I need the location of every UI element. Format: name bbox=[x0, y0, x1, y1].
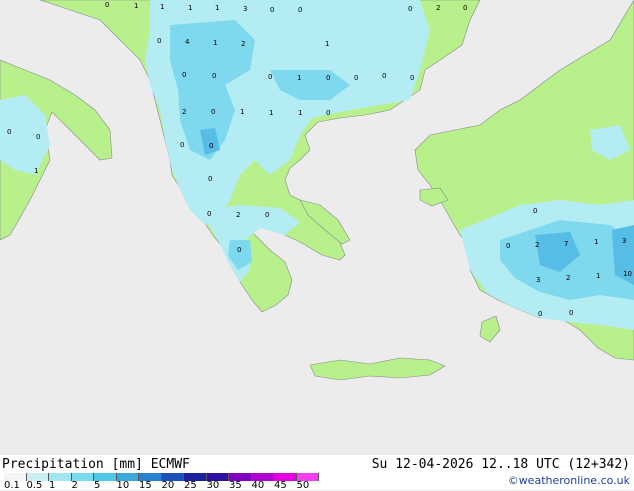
value-label: 1 bbox=[269, 109, 273, 117]
value-label: 0 bbox=[569, 309, 573, 317]
scale-tick-label: 5 bbox=[94, 480, 101, 491]
value-label: 1 bbox=[213, 39, 217, 47]
value-label: 0 bbox=[538, 310, 542, 318]
value-label: 0 bbox=[298, 6, 302, 14]
value-label: 0 bbox=[506, 242, 510, 250]
value-label: 1 bbox=[160, 3, 164, 11]
scale-tick-label: 15 bbox=[139, 480, 152, 491]
scale-tick-label: 35 bbox=[229, 480, 242, 491]
value-label: 7 bbox=[564, 240, 568, 248]
valid-time: Su 12-04-2026 12..18 UTC (12+342) bbox=[371, 457, 630, 472]
scale-tick-label: 0.1 bbox=[4, 480, 20, 491]
value-label: 0 bbox=[211, 108, 215, 116]
value-label: 0 bbox=[36, 133, 40, 141]
value-label: 10 bbox=[623, 270, 632, 278]
value-label: 0 bbox=[209, 142, 213, 150]
value-label: 3 bbox=[243, 5, 247, 13]
value-label: 0 bbox=[408, 5, 412, 13]
value-label: 1 bbox=[215, 4, 219, 12]
value-label: 0 bbox=[382, 72, 386, 80]
scale-tick-label: 1 bbox=[49, 480, 56, 491]
value-label: 0 bbox=[105, 1, 109, 9]
value-label: 2 bbox=[566, 274, 570, 282]
value-label: 0 bbox=[7, 128, 11, 136]
value-label: 0 bbox=[182, 71, 186, 79]
value-label: 0 bbox=[354, 74, 358, 82]
value-label: 1 bbox=[34, 167, 38, 175]
scale-tick-label: 50 bbox=[296, 480, 310, 491]
value-label: 1 bbox=[298, 109, 302, 117]
value-label: 0 bbox=[212, 72, 216, 80]
scale-tick-label: 45 bbox=[274, 480, 287, 491]
value-label: 0 bbox=[270, 6, 274, 14]
map-title: Precipitation [mm] ECMWF bbox=[2, 457, 190, 472]
value-label: 1 bbox=[596, 272, 600, 280]
value-label: 4 bbox=[185, 38, 190, 46]
scale-tick-label: 0.5 bbox=[26, 480, 43, 491]
value-label: 0 bbox=[533, 207, 537, 215]
value-label: 3 bbox=[536, 276, 540, 284]
scale-tick-label: 40 bbox=[251, 480, 265, 491]
value-label: 1 bbox=[134, 2, 138, 10]
value-label: 1 bbox=[297, 74, 301, 82]
value-label: 1 bbox=[594, 238, 598, 246]
value-label: 0 bbox=[237, 246, 241, 254]
scale-tick-label: 10 bbox=[116, 480, 130, 491]
value-label: 3 bbox=[622, 237, 626, 245]
value-label: 0 bbox=[157, 37, 161, 45]
value-label: 2 bbox=[436, 4, 440, 12]
credit-link[interactable]: ©weatheronline.co.uk bbox=[508, 474, 630, 487]
value-label: 0 bbox=[265, 211, 269, 219]
value-label: 0 bbox=[207, 210, 211, 218]
value-label: 1 bbox=[325, 40, 329, 48]
value-label: 0 bbox=[208, 175, 212, 183]
scale-tick-label: 30 bbox=[206, 480, 220, 491]
value-label: 0 bbox=[326, 109, 330, 117]
scale-tick-label: 25 bbox=[184, 480, 197, 491]
value-label: 0 bbox=[326, 74, 330, 82]
value-label: 2 bbox=[535, 241, 539, 249]
value-label: 0 bbox=[268, 73, 272, 81]
scale-tick-label: 2 bbox=[71, 480, 78, 491]
value-label: 0 bbox=[463, 4, 467, 12]
value-label: 2 bbox=[241, 40, 245, 48]
title-text: Precipitation [mm] bbox=[2, 457, 143, 472]
value-label: 0 bbox=[180, 141, 184, 149]
value-label: 1 bbox=[188, 4, 192, 12]
value-label: 1 bbox=[240, 108, 244, 116]
precipitation-map: 0 1 1 1 1 3 0 0 0 2 0 0 4 1 2 1 0 0 0 0 … bbox=[0, 0, 634, 455]
scale-tick-label: 20 bbox=[161, 480, 175, 491]
value-label: 2 bbox=[236, 211, 240, 219]
value-label: 0 bbox=[410, 74, 414, 82]
model-name: ECMWF bbox=[150, 457, 190, 472]
value-label: 2 bbox=[182, 108, 186, 116]
